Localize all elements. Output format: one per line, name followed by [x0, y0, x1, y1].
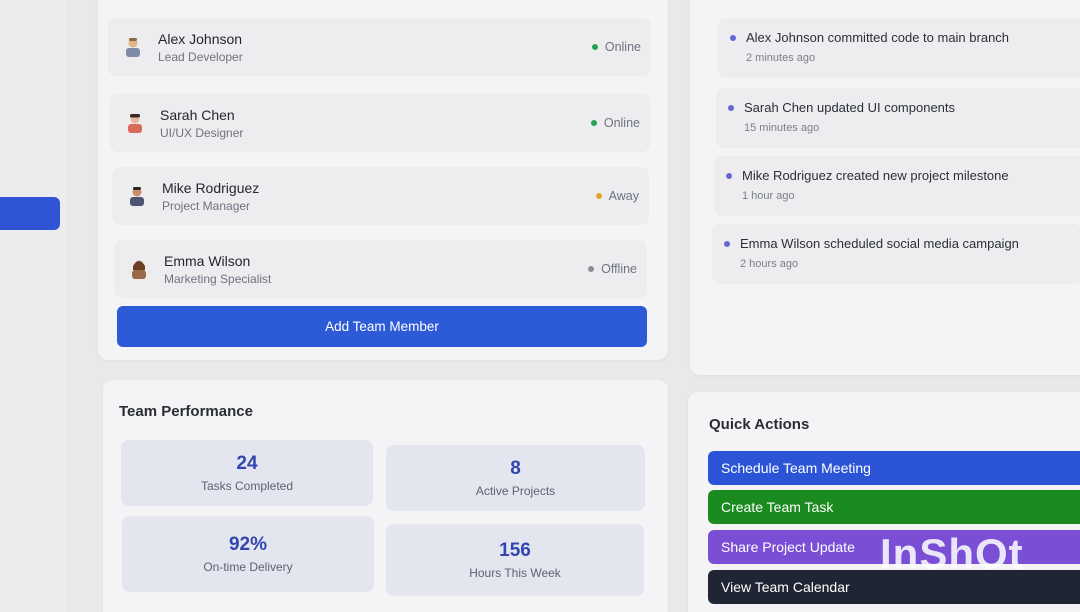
member-name: Sarah Chen [160, 106, 235, 123]
member-name: Emma Wilson [164, 252, 251, 269]
status-dot-icon [591, 44, 598, 50]
sidebar-active-item[interactable] [0, 197, 60, 230]
activity-text: Alex Johnson committed code to main bran… [746, 30, 1010, 45]
activity-time: 2 hours ago [740, 258, 799, 270]
stat-card: 24 Tasks Completed [121, 440, 373, 506]
status-badge: Away [595, 189, 639, 203]
status-badge: Offline [588, 262, 637, 276]
stat-value: 24 [236, 453, 258, 474]
activity-dot-icon [730, 34, 736, 41]
member-role: Project Manager [162, 198, 251, 213]
stat-card: 92% On-time Delivery [122, 516, 374, 592]
status-label: Away [608, 189, 639, 203]
marketer-avatar-icon [128, 258, 150, 280]
designer-avatar-icon [124, 112, 146, 134]
activity-item: Alex Johnson committed code to main bran… [718, 18, 1080, 78]
activity-dot-icon [724, 240, 730, 247]
member-name: Alex Johnson [158, 30, 243, 47]
status-badge: Online [590, 116, 640, 130]
create-team-task-button[interactable]: Create Team Task [708, 490, 1080, 524]
sidebar [0, 0, 66, 612]
status-label: Offline [601, 262, 637, 276]
stat-card: 8 Active Projects [386, 445, 645, 511]
activity-text: Sarah Chen updated UI components [744, 100, 956, 115]
activity-item: Sarah Chen updated UI components 15 minu… [716, 88, 1080, 148]
member-name: Mike Rodriguez [162, 179, 260, 196]
stat-label: Tasks Completed [200, 479, 294, 493]
member-role: Marketing Specialist [164, 271, 272, 286]
activity-item: Mike Rodriguez created new project miles… [714, 156, 1080, 216]
activity-time: 1 hour ago [742, 190, 795, 202]
stat-label: Active Projects [475, 484, 556, 498]
developer-avatar-icon [122, 36, 144, 58]
activity-time: 2 minutes ago [746, 52, 816, 64]
quick-actions-title: Quick Actions [709, 416, 810, 433]
status-badge: Online [591, 40, 641, 54]
team-performance-title: Team Performance [119, 403, 253, 420]
activity-text: Mike Rodriguez created new project miles… [742, 168, 1009, 183]
status-dot-icon [590, 120, 597, 126]
watermark-logo: InShOt [880, 530, 1024, 577]
team-member-card[interactable]: Sarah Chen UI/UX Designer Online [110, 94, 650, 152]
activity-time: 15 minutes ago [744, 122, 820, 134]
schedule-team-meeting-button[interactable]: Schedule Team Meeting [708, 451, 1080, 485]
activity-dot-icon [726, 172, 732, 179]
status-label: Online [604, 40, 641, 54]
activity-dot-icon [728, 104, 734, 111]
manager-avatar-icon [126, 185, 148, 207]
team-member-card[interactable]: Alex Johnson Lead Developer Online [108, 18, 651, 76]
stat-label: On-time Delivery [203, 560, 293, 574]
member-role: UI/UX Designer [160, 125, 244, 140]
stat-value: 8 [510, 458, 521, 479]
member-role: Lead Developer [158, 49, 243, 64]
stat-label: Hours This Week [469, 566, 561, 580]
stat-card: 156 Hours This Week [386, 524, 644, 596]
team-member-card[interactable]: Emma Wilson Marketing Specialist Offline [114, 240, 647, 298]
add-team-member-button[interactable]: Add Team Member [117, 306, 647, 347]
status-label: Online [603, 116, 640, 130]
team-member-card[interactable]: Mike Rodriguez Project Manager Away [112, 167, 649, 225]
stat-value: 92% [228, 534, 268, 555]
activity-item: Emma Wilson scheduled social media campa… [712, 224, 1080, 284]
activity-text: Emma Wilson scheduled social media campa… [740, 236, 1019, 251]
stat-value: 156 [499, 540, 531, 561]
status-dot-icon [595, 193, 602, 199]
status-dot-icon [588, 266, 595, 272]
